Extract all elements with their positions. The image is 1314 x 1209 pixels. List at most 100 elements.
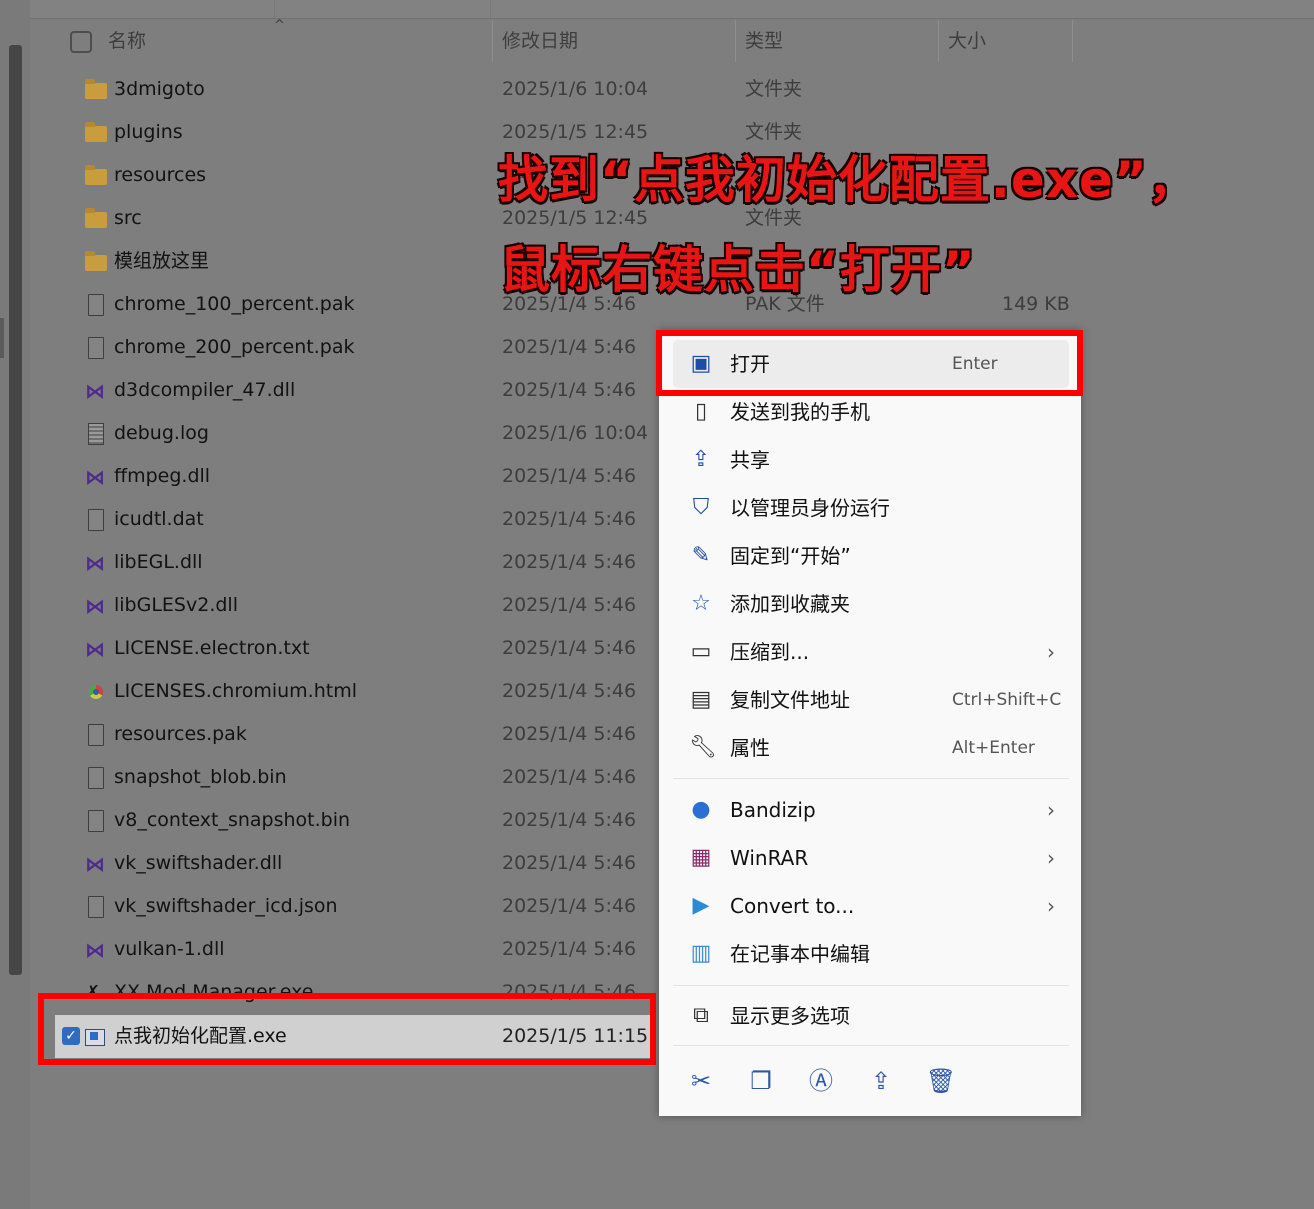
menu-item-run-as-admin[interactable]: ⛉ 以管理员身份运行 bbox=[673, 484, 1069, 532]
folder-icon bbox=[85, 165, 107, 185]
document-icon bbox=[88, 810, 104, 832]
column-modified-date[interactable]: 修改日期 bbox=[502, 20, 578, 62]
menu-item-label: 固定到“开始” bbox=[730, 544, 851, 568]
menu-separator bbox=[673, 985, 1069, 986]
menu-item-winrar[interactable]: ▦ WinRAR › bbox=[673, 834, 1069, 882]
file-name: libEGL.dll bbox=[114, 551, 203, 573]
file-row[interactable]: chrome_200_percent.pak 2025/1/4 5:46 bbox=[55, 326, 660, 369]
file-date: 2025/1/4 5:46 bbox=[502, 938, 637, 960]
file-name: debug.log bbox=[114, 422, 209, 444]
file-name: src bbox=[114, 207, 142, 229]
document-icon bbox=[88, 767, 104, 789]
select-all-checkbox[interactable] bbox=[70, 31, 92, 53]
file-row[interactable]: 3dmigoto 2025/1/6 10:04 文件夹 bbox=[55, 68, 802, 111]
phone-icon: ▯ bbox=[694, 399, 708, 424]
chevron-right-icon: › bbox=[1047, 640, 1055, 664]
document-icon bbox=[88, 337, 104, 359]
vertical-scrollbar[interactable] bbox=[9, 45, 22, 975]
chevron-right-icon: › bbox=[1047, 894, 1055, 918]
highlight-box-open bbox=[656, 330, 1083, 396]
menu-item-label: 复制文件地址 bbox=[730, 688, 850, 712]
menu-item-compress-to[interactable]: ▭ 压缩到... › bbox=[673, 628, 1069, 676]
dll-icon: ⋈ bbox=[85, 852, 105, 876]
menu-item-label: 添加到收藏夹 bbox=[730, 592, 850, 616]
document-icon bbox=[88, 509, 104, 531]
file-name: d3dcompiler_47.dll bbox=[114, 379, 296, 401]
file-name: snapshot_blob.bin bbox=[114, 766, 287, 788]
file-date: 2025/1/4 5:46 bbox=[502, 809, 637, 831]
file-name: ffmpeg.dll bbox=[114, 465, 211, 487]
file-row[interactable]: ⋈ libGLESv2.dll 2025/1/4 5:46 bbox=[55, 584, 660, 627]
file-row[interactable]: ⋈ LICENSE.electron.txt 2025/1/4 5:46 bbox=[55, 627, 660, 670]
dll-icon: ⋈ bbox=[85, 938, 105, 962]
share-icon[interactable]: ⇪ bbox=[864, 1064, 898, 1098]
folder-icon bbox=[85, 208, 107, 228]
dll-icon: ⋈ bbox=[85, 551, 105, 575]
file-date: 2025/1/4 5:46 bbox=[502, 895, 637, 917]
column-header: ^ 名称 修改日期 类型 大小 bbox=[30, 18, 1314, 62]
menu-item-label: 压缩到... bbox=[730, 640, 810, 664]
menu-item-edit-in-notepad[interactable]: ▥ 在记事本中编辑 bbox=[673, 930, 1069, 978]
menu-item-show-more-options[interactable]: ⧉ 显示更多选项 bbox=[673, 992, 1069, 1040]
bandizip-icon: ● bbox=[691, 797, 711, 822]
file-name: chrome_200_percent.pak bbox=[114, 336, 355, 358]
file-row[interactable]: ⋈ d3dcompiler_47.dll 2025/1/4 5:46 bbox=[55, 369, 660, 412]
zip-icon: ▭ bbox=[690, 639, 712, 664]
menu-item-label: 显示更多选项 bbox=[730, 1004, 850, 1028]
dll-icon: ⋈ bbox=[85, 637, 105, 661]
file-row[interactable]: ⋈ vulkan-1.dll 2025/1/4 5:46 bbox=[55, 928, 660, 971]
file-row[interactable]: ⋈ ffmpeg.dll 2025/1/4 5:46 bbox=[55, 455, 660, 498]
menu-item-label: Convert to... bbox=[730, 894, 855, 918]
menu-item-copy-path[interactable]: ▤ 复制文件地址 Ctrl+Shift+C bbox=[673, 676, 1069, 724]
menu-item-label: 共享 bbox=[730, 448, 770, 472]
share-icon: ⇪ bbox=[691, 447, 711, 472]
menu-separator bbox=[673, 1045, 1069, 1046]
chevron-right-icon: › bbox=[1047, 798, 1055, 822]
delete-icon[interactable]: 🗑︎ bbox=[924, 1064, 958, 1098]
gutter-marker bbox=[0, 318, 4, 358]
menu-item-convert-to[interactable]: ▶ Convert to... › bbox=[673, 882, 1069, 930]
rename-icon[interactable]: Ⓐ bbox=[804, 1064, 838, 1098]
file-row[interactable]: snapshot_blob.bin 2025/1/4 5:46 bbox=[55, 756, 660, 799]
cut-icon[interactable]: ✂ bbox=[684, 1064, 718, 1098]
menu-item-bandizip[interactable]: ● Bandizip › bbox=[673, 786, 1069, 834]
file-name: 模组放这里 bbox=[114, 250, 210, 272]
file-name: v8_context_snapshot.bin bbox=[114, 809, 351, 831]
file-date: 2025/1/4 5:46 bbox=[502, 766, 637, 788]
star-icon: ☆ bbox=[691, 591, 711, 616]
sort-arrow-icon: ^ bbox=[274, 18, 285, 33]
file-row[interactable]: ⋈ vk_swiftshader.dll 2025/1/4 5:46 bbox=[55, 842, 660, 885]
dll-icon: ⋈ bbox=[85, 379, 105, 403]
file-row[interactable]: icudtl.dat 2025/1/4 5:46 bbox=[55, 498, 660, 541]
menu-item-share[interactable]: ⇪ 共享 bbox=[673, 436, 1069, 484]
file-name: chrome_100_percent.pak bbox=[114, 293, 355, 315]
file-row[interactable]: v8_context_snapshot.bin 2025/1/4 5:46 bbox=[55, 799, 660, 842]
file-row[interactable]: ⋈ libEGL.dll 2025/1/4 5:46 bbox=[55, 541, 660, 584]
menu-item-properties[interactable]: 🔧︎ 属性 Alt+Enter bbox=[673, 724, 1069, 772]
file-date: 2025/1/4 5:46 bbox=[502, 508, 637, 530]
column-type[interactable]: 类型 bbox=[745, 20, 783, 62]
file-name: vulkan-1.dll bbox=[114, 938, 225, 960]
folder-icon bbox=[85, 251, 107, 271]
menu-item-pin-to-start[interactable]: ✎ 固定到“开始” bbox=[673, 532, 1069, 580]
file-row[interactable]: LICENSES.chromium.html 2025/1/4 5:46 bbox=[55, 670, 660, 713]
copy-icon[interactable]: ❐ bbox=[744, 1064, 778, 1098]
menu-item-add-to-favorites[interactable]: ☆ 添加到收藏夹 bbox=[673, 580, 1069, 628]
file-row[interactable]: resources.pak 2025/1/4 5:46 bbox=[55, 713, 660, 756]
menu-item-label: 以管理员身份运行 bbox=[730, 496, 890, 520]
pin-icon: ✎ bbox=[691, 543, 711, 568]
file-name: resources.pak bbox=[114, 723, 247, 745]
file-date: 2025/1/4 5:46 bbox=[502, 551, 637, 573]
folder-icon bbox=[85, 122, 107, 142]
file-row[interactable]: vk_swiftshader_icd.json 2025/1/4 5:46 bbox=[55, 885, 660, 928]
copy-path-icon: ▤ bbox=[690, 687, 712, 712]
dll-icon: ⋈ bbox=[85, 465, 105, 489]
file-date: 2025/1/4 5:46 bbox=[502, 594, 637, 616]
file-name: icudtl.dat bbox=[114, 508, 204, 530]
column-name[interactable]: 名称 bbox=[108, 20, 146, 62]
document-icon bbox=[88, 724, 104, 746]
file-name: vk_swiftshader_icd.json bbox=[114, 895, 338, 917]
file-row[interactable]: debug.log 2025/1/6 10:04 bbox=[55, 412, 660, 455]
menu-item-shortcut: Ctrl+Shift+C bbox=[952, 690, 1062, 710]
column-size[interactable]: 大小 bbox=[948, 20, 986, 62]
